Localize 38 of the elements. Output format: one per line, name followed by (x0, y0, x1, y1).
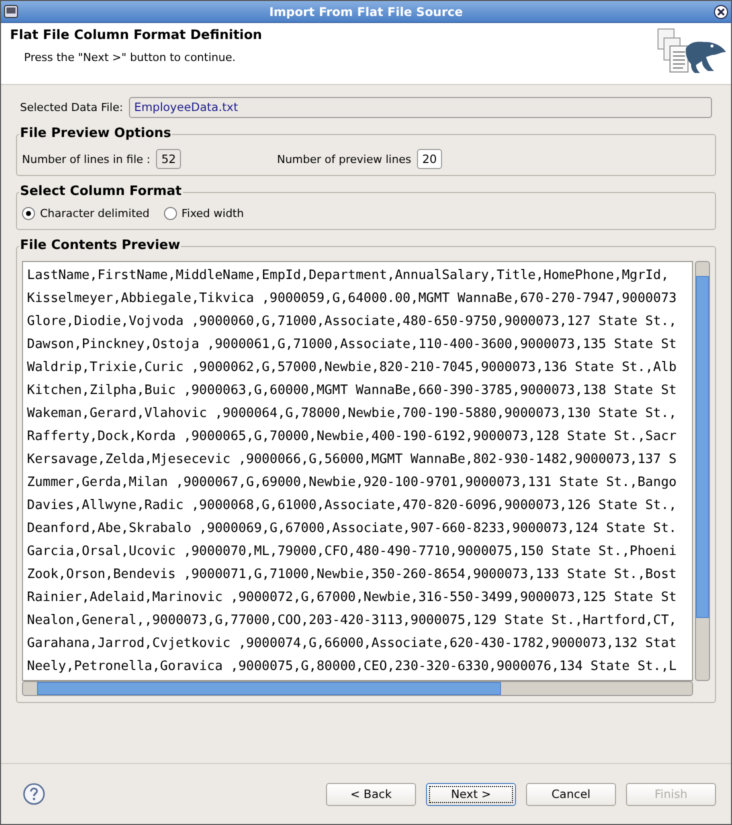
preview-line: LastName,FirstName,MiddleName,EmpId,Department,AnnualSalary,Title,HomePhone,MgrId, (27, 267, 670, 285)
preview-line: Wakeman,Gerard,Vlahovic ,9000064,G,78000,Newbie,700-190-5880,9000073,130 State St., (27, 405, 678, 423)
window-title: Import From Flat File Source (268, 4, 464, 18)
preview-line: Kisselmeyer,Abbiegale,Tikvica ,9000059,G,64000.00,MGMT WannaBe,670-270-7947,9000073 (27, 290, 678, 308)
page-title: Flat File Column Format Definition (10, 28, 262, 43)
data-file-label: Selected Data File: (20, 101, 124, 114)
radio-option[interactable]: Fixed width (164, 207, 252, 220)
vertical-scrollbar[interactable] (695, 261, 710, 681)
wizard-button[interactable]: < Back (326, 782, 416, 806)
lines-in-file-field[interactable]: 52 (156, 149, 181, 169)
preview-line: Kersavage,Zelda,Mjesecevic ,9000066,G,56000,MGMT WannaBe,802-930-1482,9000073,137 S (27, 451, 678, 469)
lines-in-file-label: Number of lines in file : (22, 152, 150, 166)
preview-line: Zummer,Gerda,Milan ,9000067,G,69000,Newbie,920-100-9701,9000073,131 State St.,Bango (27, 474, 678, 492)
preview-line: Deanford,Abe,Skrabalo ,9000069,G,67000,Associate,907-660-8233,9000073,124 State St. (27, 520, 678, 538)
data-file-field[interactable]: EmployeeData.txt (129, 97, 712, 118)
preview-line: Glore,Diodie,Vojvoda ,9000060,G,71000,Associate,480-650-9750,9000073,127 State St., (27, 313, 678, 331)
preview-line: Neely,Petronella,Goravica ,9000075,G,80000,CEO,230-320-6330,9000076,134 State St.,L (27, 658, 678, 676)
preview-line: Garcia,Orsal,Ucovic ,9000070,ML,79000,CFO,480-490-7710,9000075,150 State St.,Phoeni (27, 543, 678, 561)
preview-line: Dawson,Pinckney,Ostoja ,9000061,G,71000,Associate,110-400-3600,9000073,135 State St (27, 336, 678, 354)
preview-lines-field[interactable]: 20 (417, 149, 442, 169)
preview-line: Rainier,Adelaid,Marinovic ,9000072,G,67000,Newbie,316-550-3499,9000073,125 State St (27, 589, 678, 607)
preview-line: Davies,Allwyne,Radic ,9000068,G,61000,Associate,470-820-6096,9000073,126 State St., (27, 497, 678, 515)
preview-line: Zook,Orson,Bendevis ,9000071,G,71000,Newbie,350-260-8654,9000073,133 State St.,Bost (27, 566, 678, 584)
wizard-button[interactable]: Next > (426, 782, 516, 806)
preview-line: Nealon,General,,9000073,G,77000,COO,203-420-3113,9000075,129 State St.,Hartford,CT, (27, 612, 678, 630)
group-title: File Preview Options (19, 126, 172, 141)
window-menu-icon[interactable] (4, 5, 18, 18)
wizard-button[interactable]: Cancel (526, 782, 616, 806)
preview-lines-label: Number of preview lines (276, 152, 412, 166)
preview-line: Waldrip,Trixie,Curic ,9000062,G,57000,Newbie,820-210-7045,9000073,136 State St.,Alb (27, 359, 678, 377)
page-subtitle: Press the "Next >" button to continue. (23, 51, 237, 64)
close-icon[interactable] (714, 4, 728, 18)
preview-line: Kitchen,Zilpha,Buic ,9000063,G,60000,MGMT WannaBe,660-390-3785,9000073,138 State St (27, 382, 678, 400)
horizontal-scrollbar[interactable] (22, 681, 693, 696)
preview-line: Garahana,Jarrod,Cvjetkovic ,9000074,G,66000,Associate,620-430-1782,9000073,132 Stat (27, 635, 678, 653)
help-icon[interactable] (23, 783, 45, 805)
radio-option[interactable]: Character delimited (22, 207, 158, 220)
preview-line: Rafferty,Dock,Korda ,9000065,G,70000,Newbie,400-190-6192,9000073,128 State St.,Sacr (27, 428, 678, 446)
